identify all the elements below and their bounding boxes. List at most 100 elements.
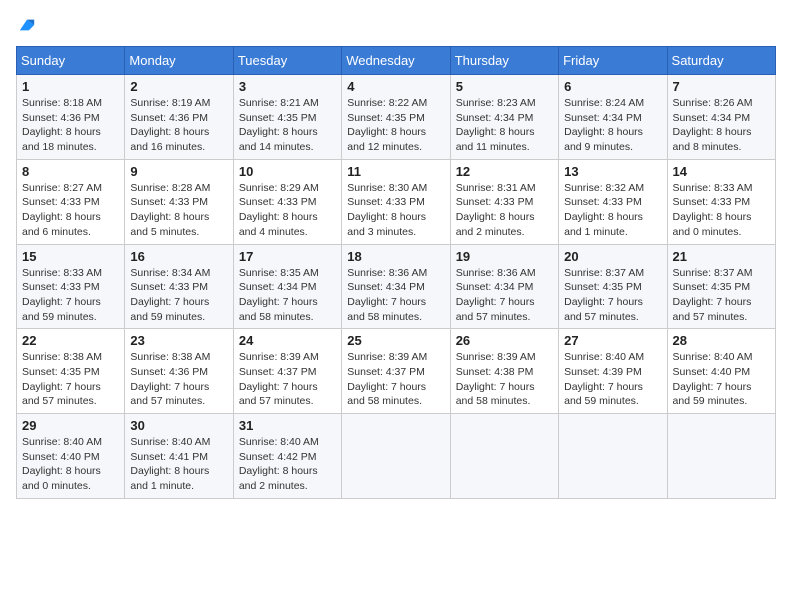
daylight-hours: Daylight: 8 hours and 18 minutes. xyxy=(22,126,101,153)
calendar-cell: 22 Sunrise: 8:38 AM Sunset: 4:35 PM Dayl… xyxy=(17,329,125,414)
daylight-hours: Daylight: 7 hours and 59 minutes. xyxy=(22,296,101,323)
sunset-time: Sunset: 4:39 PM xyxy=(564,366,642,378)
daylight-hours: Daylight: 7 hours and 57 minutes. xyxy=(22,381,101,408)
sunrise-time: Sunrise: 8:39 AM xyxy=(239,351,319,363)
calendar-cell: 13 Sunrise: 8:32 AM Sunset: 4:33 PM Dayl… xyxy=(559,159,667,244)
sunset-time: Sunset: 4:37 PM xyxy=(347,366,425,378)
day-info: Sunrise: 8:38 AM Sunset: 4:36 PM Dayligh… xyxy=(130,350,227,409)
calendar-cell: 5 Sunrise: 8:23 AM Sunset: 4:34 PM Dayli… xyxy=(450,75,558,160)
daylight-hours: Daylight: 7 hours and 57 minutes. xyxy=(239,381,318,408)
day-number: 14 xyxy=(673,164,770,179)
daylight-hours: Daylight: 8 hours and 5 minutes. xyxy=(130,211,209,238)
daylight-hours: Daylight: 7 hours and 58 minutes. xyxy=(456,381,535,408)
sunrise-time: Sunrise: 8:29 AM xyxy=(239,182,319,194)
sunrise-time: Sunrise: 8:33 AM xyxy=(673,182,753,194)
daylight-hours: Daylight: 8 hours and 6 minutes. xyxy=(22,211,101,238)
day-info: Sunrise: 8:38 AM Sunset: 4:35 PM Dayligh… xyxy=(22,350,119,409)
daylight-hours: Daylight: 8 hours and 2 minutes. xyxy=(239,465,318,492)
daylight-hours: Daylight: 7 hours and 59 minutes. xyxy=(564,381,643,408)
day-info: Sunrise: 8:40 AM Sunset: 4:41 PM Dayligh… xyxy=(130,435,227,494)
day-number: 11 xyxy=(347,164,444,179)
weekday-header: Saturday xyxy=(667,47,775,75)
calendar-cell: 17 Sunrise: 8:35 AM Sunset: 4:34 PM Dayl… xyxy=(233,244,341,329)
daylight-hours: Daylight: 7 hours and 57 minutes. xyxy=(564,296,643,323)
sunset-time: Sunset: 4:34 PM xyxy=(456,281,534,293)
sunrise-time: Sunrise: 8:39 AM xyxy=(347,351,427,363)
calendar-cell: 15 Sunrise: 8:33 AM Sunset: 4:33 PM Dayl… xyxy=(17,244,125,329)
sunset-time: Sunset: 4:34 PM xyxy=(456,112,534,124)
sunset-time: Sunset: 4:35 PM xyxy=(673,281,751,293)
sunset-time: Sunset: 4:40 PM xyxy=(673,366,751,378)
day-info: Sunrise: 8:34 AM Sunset: 4:33 PM Dayligh… xyxy=(130,266,227,325)
daylight-hours: Daylight: 8 hours and 3 minutes. xyxy=(347,211,426,238)
logo-icon xyxy=(18,16,36,34)
day-number: 1 xyxy=(22,79,119,94)
day-info: Sunrise: 8:22 AM Sunset: 4:35 PM Dayligh… xyxy=(347,96,444,155)
day-info: Sunrise: 8:39 AM Sunset: 4:38 PM Dayligh… xyxy=(456,350,553,409)
day-info: Sunrise: 8:40 AM Sunset: 4:40 PM Dayligh… xyxy=(673,350,770,409)
day-info: Sunrise: 8:33 AM Sunset: 4:33 PM Dayligh… xyxy=(22,266,119,325)
calendar-cell: 11 Sunrise: 8:30 AM Sunset: 4:33 PM Dayl… xyxy=(342,159,450,244)
day-number: 2 xyxy=(130,79,227,94)
sunset-time: Sunset: 4:37 PM xyxy=(239,366,317,378)
sunrise-time: Sunrise: 8:24 AM xyxy=(564,97,644,109)
calendar-cell: 30 Sunrise: 8:40 AM Sunset: 4:41 PM Dayl… xyxy=(125,414,233,499)
day-number: 30 xyxy=(130,418,227,433)
calendar-cell: 9 Sunrise: 8:28 AM Sunset: 4:33 PM Dayli… xyxy=(125,159,233,244)
calendar-cell: 23 Sunrise: 8:38 AM Sunset: 4:36 PM Dayl… xyxy=(125,329,233,414)
sunrise-time: Sunrise: 8:37 AM xyxy=(564,267,644,279)
sunset-time: Sunset: 4:41 PM xyxy=(130,451,208,463)
calendar-cell: 21 Sunrise: 8:37 AM Sunset: 4:35 PM Dayl… xyxy=(667,244,775,329)
calendar-cell: 29 Sunrise: 8:40 AM Sunset: 4:40 PM Dayl… xyxy=(17,414,125,499)
calendar-cell: 6 Sunrise: 8:24 AM Sunset: 4:34 PM Dayli… xyxy=(559,75,667,160)
sunset-time: Sunset: 4:33 PM xyxy=(130,196,208,208)
day-info: Sunrise: 8:36 AM Sunset: 4:34 PM Dayligh… xyxy=(347,266,444,325)
day-info: Sunrise: 8:24 AM Sunset: 4:34 PM Dayligh… xyxy=(564,96,661,155)
sunrise-time: Sunrise: 8:23 AM xyxy=(456,97,536,109)
day-info: Sunrise: 8:40 AM Sunset: 4:39 PM Dayligh… xyxy=(564,350,661,409)
day-info: Sunrise: 8:30 AM Sunset: 4:33 PM Dayligh… xyxy=(347,181,444,240)
calendar-cell: 7 Sunrise: 8:26 AM Sunset: 4:34 PM Dayli… xyxy=(667,75,775,160)
day-number: 7 xyxy=(673,79,770,94)
sunrise-time: Sunrise: 8:40 AM xyxy=(673,351,753,363)
sunrise-time: Sunrise: 8:40 AM xyxy=(22,436,102,448)
sunrise-time: Sunrise: 8:26 AM xyxy=(673,97,753,109)
day-number: 27 xyxy=(564,333,661,348)
day-info: Sunrise: 8:29 AM Sunset: 4:33 PM Dayligh… xyxy=(239,181,336,240)
day-number: 15 xyxy=(22,249,119,264)
daylight-hours: Daylight: 8 hours and 8 minutes. xyxy=(673,126,752,153)
sunrise-time: Sunrise: 8:31 AM xyxy=(456,182,536,194)
sunset-time: Sunset: 4:36 PM xyxy=(130,112,208,124)
day-number: 24 xyxy=(239,333,336,348)
calendar-cell xyxy=(667,414,775,499)
sunrise-time: Sunrise: 8:19 AM xyxy=(130,97,210,109)
daylight-hours: Daylight: 7 hours and 59 minutes. xyxy=(673,381,752,408)
day-number: 23 xyxy=(130,333,227,348)
sunrise-time: Sunrise: 8:18 AM xyxy=(22,97,102,109)
sunset-time: Sunset: 4:34 PM xyxy=(239,281,317,293)
weekday-header: Thursday xyxy=(450,47,558,75)
sunrise-time: Sunrise: 8:35 AM xyxy=(239,267,319,279)
calendar-cell xyxy=(342,414,450,499)
sunrise-time: Sunrise: 8:28 AM xyxy=(130,182,210,194)
calendar-cell: 2 Sunrise: 8:19 AM Sunset: 4:36 PM Dayli… xyxy=(125,75,233,160)
day-info: Sunrise: 8:19 AM Sunset: 4:36 PM Dayligh… xyxy=(130,96,227,155)
day-info: Sunrise: 8:27 AM Sunset: 4:33 PM Dayligh… xyxy=(22,181,119,240)
sunset-time: Sunset: 4:36 PM xyxy=(22,112,100,124)
day-number: 22 xyxy=(22,333,119,348)
daylight-hours: Daylight: 8 hours and 11 minutes. xyxy=(456,126,535,153)
sunset-time: Sunset: 4:33 PM xyxy=(456,196,534,208)
day-number: 25 xyxy=(347,333,444,348)
sunset-time: Sunset: 4:33 PM xyxy=(130,281,208,293)
calendar-cell: 27 Sunrise: 8:40 AM Sunset: 4:39 PM Dayl… xyxy=(559,329,667,414)
sunrise-time: Sunrise: 8:30 AM xyxy=(347,182,427,194)
day-number: 3 xyxy=(239,79,336,94)
sunset-time: Sunset: 4:34 PM xyxy=(673,112,751,124)
sunset-time: Sunset: 4:35 PM xyxy=(564,281,642,293)
calendar-cell: 14 Sunrise: 8:33 AM Sunset: 4:33 PM Dayl… xyxy=(667,159,775,244)
sunrise-time: Sunrise: 8:40 AM xyxy=(239,436,319,448)
sunset-time: Sunset: 4:35 PM xyxy=(347,112,425,124)
calendar-cell: 4 Sunrise: 8:22 AM Sunset: 4:35 PM Dayli… xyxy=(342,75,450,160)
sunset-time: Sunset: 4:33 PM xyxy=(22,196,100,208)
day-info: Sunrise: 8:26 AM Sunset: 4:34 PM Dayligh… xyxy=(673,96,770,155)
